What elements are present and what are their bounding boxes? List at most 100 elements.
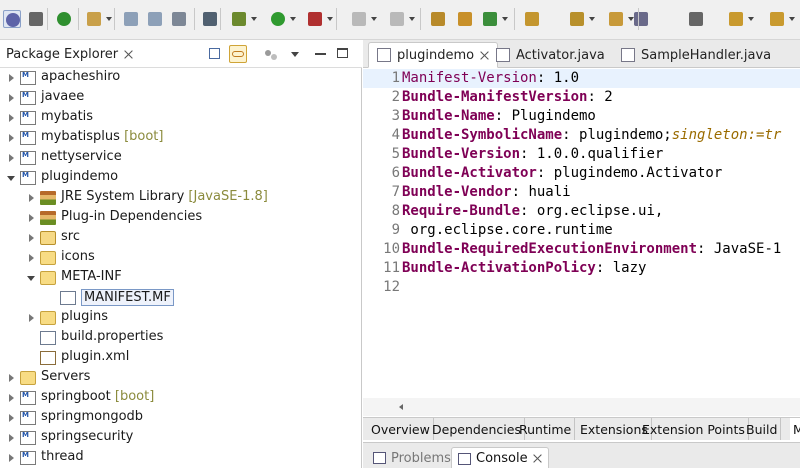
editor-tab[interactable]: SampleHandler.java [613, 42, 779, 68]
view-menu-dropdown[interactable] [286, 45, 304, 63]
maximize-button[interactable] [334, 45, 352, 63]
run-external-button[interactable] [306, 10, 333, 28]
tree-item[interactable]: javaee [0, 88, 362, 108]
tree-item[interactable]: thread [0, 448, 362, 468]
chevron-down-icon[interactable] [502, 17, 508, 21]
bottom-tab-console[interactable]: Console [451, 447, 549, 468]
collapse-all-button[interactable] [206, 45, 224, 63]
tree-item[interactable]: build.properties [0, 328, 362, 348]
prev-annotation-button[interactable] [727, 10, 754, 28]
page-tab-overview[interactable]: Overview [368, 418, 434, 440]
tree-item[interactable]: springsecurity [0, 428, 362, 448]
new-java-class-button[interactable] [456, 10, 474, 28]
tree-item[interactable]: mybatis [0, 108, 362, 128]
package-explorer-tab[interactable]: Package Explorer [0, 40, 139, 68]
horizontal-scrollbar[interactable] [363, 398, 800, 416]
new-wizard-button[interactable] [85, 10, 112, 28]
tree-item[interactable]: Servers [0, 368, 362, 388]
collapsed-twistie-icon[interactable] [26, 233, 36, 243]
chevron-down-icon[interactable] [290, 17, 296, 21]
save-button[interactable] [122, 10, 140, 28]
tree-item[interactable]: plugin.xml [0, 348, 362, 368]
open-resource-button[interactable] [568, 10, 595, 28]
page-tab-extension-points[interactable]: Extension Points [639, 418, 749, 440]
collapsed-twistie-icon[interactable] [6, 433, 16, 443]
collapsed-twistie-icon[interactable] [6, 413, 16, 423]
tree-item[interactable]: springboot [boot] [0, 388, 362, 408]
chevron-down-icon[interactable] [327, 17, 333, 21]
project-icon [20, 431, 36, 445]
collapsed-twistie-icon[interactable] [6, 393, 16, 403]
chevron-down-icon[interactable] [789, 17, 795, 21]
collapsed-twistie-icon[interactable] [26, 313, 36, 323]
tree-item[interactable]: JRE System Library [JavaSE-1.8] [0, 188, 362, 208]
chevron-down-icon[interactable] [589, 17, 595, 21]
chevron-down-icon[interactable] [748, 17, 754, 21]
chevron-down-icon[interactable] [251, 17, 257, 21]
run-button[interactable] [269, 10, 296, 28]
manifest-header-name: Manifest-Version [402, 70, 537, 86]
page-tab-build[interactable]: Build [743, 418, 782, 440]
show-whitespace-button[interactable] [632, 10, 650, 28]
chevron-down-icon[interactable] [371, 17, 377, 21]
tree-item[interactable]: springmongodb [0, 408, 362, 428]
collapsed-twistie-icon[interactable] [6, 453, 16, 463]
tree-item[interactable]: Plug-in Dependencies [0, 208, 362, 228]
collapsed-twistie-icon[interactable] [26, 193, 36, 203]
tree-item[interactable]: nettyservice [0, 148, 362, 168]
tree-item[interactable]: plugins [0, 308, 362, 328]
open-type-button[interactable] [388, 10, 415, 28]
tree-item-label: MANIFEST.MF [81, 289, 174, 306]
bottom-tab-problems[interactable]: Problems [367, 447, 457, 468]
collapsed-twistie-icon[interactable] [26, 213, 36, 223]
tree-item[interactable]: META-INF [0, 268, 362, 288]
toggle-mark-button[interactable] [607, 10, 634, 28]
eclipse-orb-button[interactable] [3, 10, 21, 28]
editor-tab[interactable]: Activator.java [488, 42, 613, 68]
close-icon[interactable] [533, 454, 542, 463]
chevron-down-icon[interactable] [106, 17, 112, 21]
tree-item-decoration: [JavaSE-1.8] [184, 189, 268, 204]
tree-item[interactable]: plugindemo [0, 168, 362, 188]
open-folder-button[interactable] [481, 10, 508, 28]
skip-breakpoints-button[interactable] [27, 10, 45, 28]
edit-button[interactable] [523, 10, 541, 28]
page-tab-m[interactable]: M [790, 418, 800, 440]
tree-item[interactable]: icons [0, 248, 362, 268]
collapsed-twistie-icon[interactable] [6, 113, 16, 123]
stop-button[interactable] [350, 10, 377, 28]
tree-item[interactable]: src [0, 228, 362, 248]
debug-button[interactable] [230, 10, 257, 28]
expanded-twistie-icon[interactable] [26, 273, 36, 283]
save-all-button[interactable] [146, 10, 164, 28]
page-tab-dependencies[interactable]: Dependencies [429, 418, 525, 440]
collapsed-twistie-icon[interactable] [6, 373, 16, 383]
terminate-button[interactable] [55, 10, 73, 28]
collapsed-twistie-icon[interactable] [6, 73, 16, 83]
tree-item-name: plugins [61, 309, 108, 324]
tree-item[interactable]: MANIFEST.MF [0, 288, 362, 308]
binary-button[interactable] [201, 10, 219, 28]
code-text: Bundle-ManifestVersion: 2 [402, 88, 613, 107]
print-button[interactable] [170, 10, 188, 28]
page-tab-runtime[interactable]: Runtime [516, 418, 576, 440]
link-with-editor-button[interactable] [229, 45, 247, 63]
package-button[interactable] [429, 10, 447, 28]
tree-item-name: icons [61, 249, 95, 264]
view-menu-button[interactable] [262, 45, 280, 63]
tree-item[interactable]: mybatisplus [boot] [0, 128, 362, 148]
collapsed-twistie-icon[interactable] [26, 253, 36, 263]
tree-item[interactable]: apacheshiro [0, 68, 362, 88]
next-annotation-button[interactable] [687, 10, 705, 28]
collapsed-twistie-icon[interactable] [6, 133, 16, 143]
expanded-twistie-icon[interactable] [6, 173, 16, 183]
chevron-down-icon[interactable] [409, 17, 415, 21]
minimize-button[interactable] [312, 45, 330, 63]
editor-tab[interactable]: plugindemo [368, 42, 499, 68]
close-icon[interactable] [124, 50, 133, 59]
source-text[interactable]: 1 Manifest-Version: 1.0 2 Bundle-ManifestVe… [363, 68, 800, 398]
scroll-left-icon[interactable] [399, 404, 403, 410]
collapsed-twistie-icon[interactable] [6, 153, 16, 163]
collapsed-twistie-icon[interactable] [6, 93, 16, 103]
back-button[interactable] [768, 10, 795, 28]
